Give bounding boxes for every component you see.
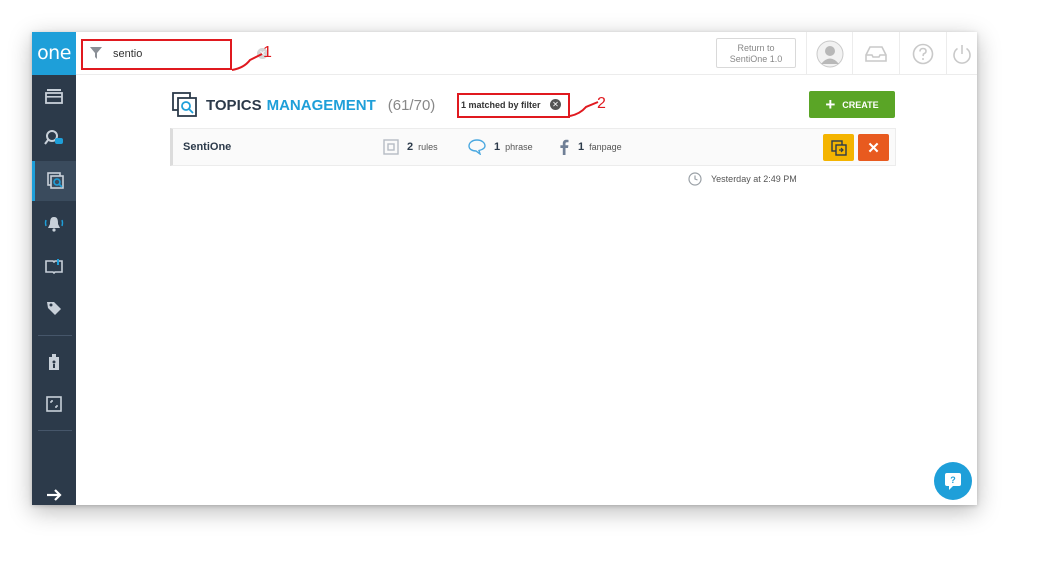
fanpage-label: fanpage bbox=[589, 142, 622, 152]
svg-text:?: ? bbox=[950, 475, 956, 485]
annotation-leader-2 bbox=[569, 101, 599, 117]
sidebar-divider bbox=[38, 335, 72, 336]
sidebar-item-account[interactable] bbox=[32, 342, 76, 382]
book-icon bbox=[45, 259, 63, 275]
sidebar-item-reports[interactable] bbox=[32, 246, 76, 286]
avatar-icon bbox=[816, 40, 843, 67]
topics-management-icon bbox=[172, 92, 197, 117]
user-avatar[interactable] bbox=[806, 32, 852, 75]
sidebar-item-search[interactable] bbox=[32, 118, 76, 158]
topics-count: (61/70) bbox=[387, 96, 436, 114]
return-to-old-version-button[interactable]: Return to SentiOne 1.0 bbox=[716, 38, 796, 68]
sidebar-expand[interactable] bbox=[32, 475, 76, 505]
topic-updated-time: Yesterday at 2:49 PM bbox=[688, 172, 797, 186]
facebook-icon bbox=[560, 139, 569, 155]
topic-name[interactable]: SentiOne bbox=[183, 141, 231, 153]
phrase-count: 1 bbox=[494, 141, 501, 153]
sidebar-item-topics[interactable] bbox=[32, 161, 76, 201]
page-title-topics: TOPICS bbox=[206, 96, 262, 114]
tag-icon bbox=[47, 302, 61, 315]
delete-topic-button[interactable]: ✕ bbox=[858, 134, 889, 161]
rules-label: rules bbox=[418, 142, 438, 152]
updated-time-text: Yesterday at 2:49 PM bbox=[711, 174, 797, 184]
question-icon bbox=[912, 43, 934, 64]
inbox-stack-icon bbox=[45, 89, 63, 104]
logout-button[interactable] bbox=[946, 32, 977, 75]
chat-help-button[interactable]: ? bbox=[934, 462, 972, 500]
annotation-leader-1 bbox=[231, 53, 263, 71]
sidebar-divider bbox=[38, 430, 72, 431]
rules-icon bbox=[383, 139, 399, 155]
topic-rules-stat: 2 rules bbox=[383, 139, 438, 155]
annotation-box-filter-badge bbox=[457, 93, 570, 118]
inbox-button[interactable] bbox=[852, 32, 899, 75]
arrow-right-icon bbox=[47, 489, 62, 501]
sidebar-item-tags[interactable] bbox=[32, 288, 76, 328]
page-header: TOPICS MANAGEMENT (61/70) bbox=[172, 92, 435, 118]
bell-icon bbox=[44, 217, 64, 232]
fullscreen-icon bbox=[46, 396, 62, 412]
inbox-tray-icon bbox=[865, 45, 887, 62]
annotation-number-1: 1 bbox=[263, 44, 272, 61]
plus-icon: + bbox=[825, 95, 836, 114]
topic-fanpage-stat: 1 fanpage bbox=[558, 139, 622, 155]
phrase-label: phrase bbox=[505, 142, 533, 152]
power-icon bbox=[953, 44, 971, 64]
topics-icon bbox=[46, 172, 64, 189]
copy-topic-button[interactable] bbox=[823, 134, 854, 161]
create-button[interactable]: + CREATE bbox=[809, 91, 895, 118]
logo[interactable]: one bbox=[32, 32, 76, 75]
page-title-management: MANAGEMENT bbox=[266, 96, 376, 114]
return-button-line-2: SentiOne 1.0 bbox=[729, 54, 783, 64]
help-button[interactable] bbox=[899, 32, 946, 75]
annotation-number-2: 2 bbox=[597, 95, 606, 112]
clock-icon bbox=[688, 172, 702, 186]
search-chat-icon bbox=[44, 130, 63, 145]
fanpage-count: 1 bbox=[578, 141, 585, 153]
sidebar-item-inbox[interactable] bbox=[32, 76, 76, 116]
sidebar-item-fullscreen[interactable] bbox=[32, 384, 76, 424]
topic-phrase-stat: 1 phrase bbox=[468, 139, 533, 155]
create-button-label: CREATE bbox=[842, 99, 879, 110]
copy-icon bbox=[830, 139, 847, 156]
speech-bubble-icon bbox=[468, 139, 486, 155]
id-badge-icon bbox=[49, 354, 59, 370]
sidebar: one bbox=[32, 32, 76, 505]
chat-help-icon: ? bbox=[945, 473, 961, 490]
topic-row[interactable]: SentiOne 2 rules 1 phrase 1 fanpage ✕ bbox=[170, 128, 896, 166]
sidebar-item-alerts[interactable] bbox=[32, 204, 76, 244]
annotation-box-search bbox=[81, 39, 232, 70]
rules-count: 2 bbox=[407, 141, 414, 153]
return-button-line-1: Return to bbox=[737, 43, 775, 53]
